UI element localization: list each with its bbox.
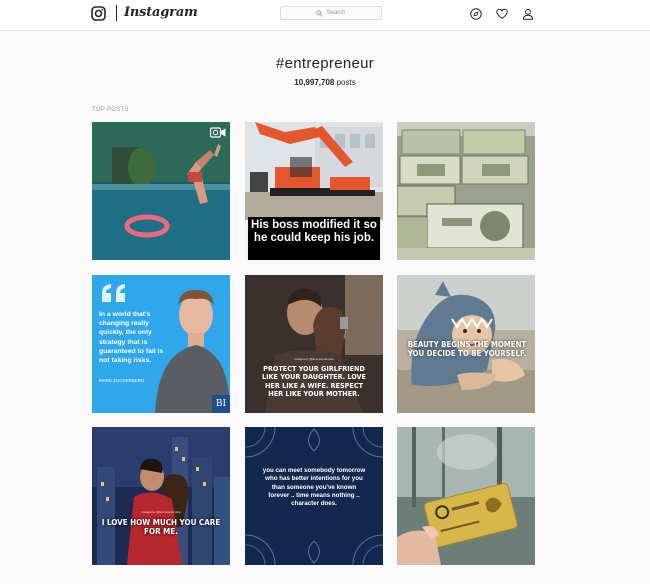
- quote-mark-icon: [102, 284, 125, 302]
- post-tile-couple-protect[interactable]: Instagram: @Success.Empire PROTECT YOUR …: [245, 275, 383, 413]
- post-count: 10,997,708 posts: [0, 78, 650, 87]
- post-tile-zuckerberg-quote[interactable]: In a world that's changing really quickl…: [92, 275, 230, 413]
- search-icon: [316, 9, 324, 17]
- brand-tag: Instagram: @Success.Empire: [294, 357, 334, 361]
- top-posts-label: TOP POSTS: [92, 107, 129, 113]
- compass-explore-icon[interactable]: [470, 8, 482, 20]
- pool-dive-photo: [92, 122, 230, 260]
- care-caption: I LOVE HOW MUCH YOU CARE FOR ME.: [101, 518, 221, 537]
- beauty-caption: BEAUTY BEGINS THE MOMENT YOU DECIDE TO B…: [407, 340, 527, 358]
- post-count-suffix: posts: [336, 78, 356, 87]
- profile-user-icon[interactable]: [522, 8, 534, 20]
- post-tile-shark-baby[interactable]: BEAUTY BEGINS THE MOMENT YOU DECIDE TO B…: [397, 275, 535, 413]
- gold-card-photo: [397, 427, 535, 565]
- nav-divider: [116, 5, 117, 21]
- post-tile-pool-dive[interactable]: [92, 122, 230, 260]
- excavator-caption: His boss modified it so he could keep hi…: [248, 217, 380, 260]
- brand-tag: Instagram: @Success.Empire: [141, 510, 181, 514]
- money-stacks-photo: [397, 122, 535, 260]
- video-camera-icon: [210, 127, 226, 138]
- protect-caption: PROTECT YOUR GIRLFRIEND LIKE YOUR DAUGHT…: [262, 364, 366, 398]
- post-tile-character-quote[interactable]: you can meet somebody tomorrow who has b…: [245, 427, 383, 565]
- search-input[interactable]: Search: [280, 6, 382, 20]
- city-couple-photo: [92, 427, 230, 565]
- post-tile-money[interactable]: [397, 122, 535, 260]
- top-nav: Instagram Search: [0, 0, 650, 31]
- instagram-wordmark[interactable]: Instagram: [124, 5, 198, 20]
- zuckerberg-portrait: [155, 289, 230, 413]
- post-count-number: 10,997,708: [294, 78, 335, 87]
- post-tile-city-couple[interactable]: Instagram: @Success.Empire I LOVE HOW MU…: [92, 427, 230, 565]
- hashtag-title: #entrepreneur: [275, 55, 375, 72]
- post-tile-gold-card[interactable]: [397, 427, 535, 565]
- search-placeholder: Search: [326, 10, 346, 16]
- bi-badge: BI: [212, 395, 230, 413]
- instagram-camera-icon[interactable]: [91, 6, 106, 21]
- quote-author: MARK ZUCKERBERG: [99, 378, 145, 383]
- character-quote-text: you can meet somebody tomorrow who has b…: [262, 467, 366, 508]
- heart-activity-icon[interactable]: [496, 8, 508, 20]
- post-tile-excavator[interactable]: His boss modified it so he could keep hi…: [245, 122, 383, 260]
